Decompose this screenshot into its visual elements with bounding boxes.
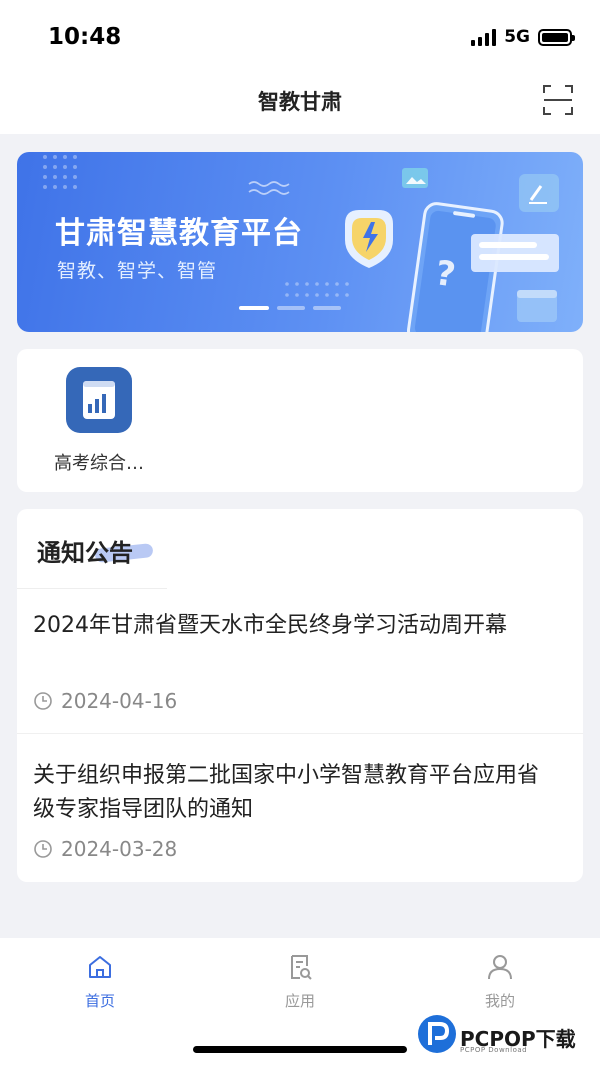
carousel-indicator <box>239 306 341 310</box>
tab-home[interactable]: 首页 <box>40 952 160 1011</box>
banner-carousel[interactable]: ? 甘肃智慧教育平台 智教、智学、智管 <box>17 152 583 332</box>
document-search-icon <box>291 955 312 980</box>
watermark-sub: PCPOP Download <box>460 1046 528 1054</box>
notice-item[interactable]: 2024年甘肃省暨天水市全民终身学习活动周开幕 2024-04-16 <box>17 609 583 734</box>
notice-text: 关于组织申报第二批国家中小学智慧教育平台应用省级专家指导团队的通知 <box>33 763 540 822</box>
notice-date: 2024-03-28 <box>33 837 177 861</box>
pcpop-logo-icon <box>418 1015 456 1053</box>
notice-text: 2024年甘肃省暨天水市全民终身学习活动周开幕 <box>33 613 507 638</box>
signal-icon <box>471 28 497 46</box>
scan-button[interactable] <box>542 84 574 116</box>
nav-bar: 智教甘肃 <box>0 72 600 134</box>
carousel-dot[interactable] <box>277 306 305 310</box>
network-label: 5G <box>504 27 530 47</box>
scan-icon <box>543 85 573 115</box>
tab-label: 首页 <box>84 992 115 1010</box>
app-label: 高考综合… <box>54 453 144 474</box>
page-title: 智教甘肃 <box>258 90 342 114</box>
tab-apps[interactable]: 应用 <box>240 952 360 1011</box>
banner-subtitle: 智教、智学、智管 <box>57 260 218 282</box>
user-icon <box>488 955 512 980</box>
tab-label: 应用 <box>284 992 315 1010</box>
status-bar: 10:48 5G <box>0 0 600 72</box>
apps-card: 高考综合… <box>17 349 583 492</box>
tab-label: 我的 <box>484 992 515 1010</box>
bar-chart-book-icon <box>66 367 132 433</box>
battery-icon <box>538 28 575 46</box>
app-gaokao[interactable]: 高考综合… <box>39 367 159 475</box>
tab-mine[interactable]: 我的 <box>440 952 560 1011</box>
status-time: 10:48 <box>48 24 122 50</box>
carousel-dot[interactable] <box>239 306 269 310</box>
clock-icon <box>34 692 52 710</box>
home-indicator <box>193 1046 407 1053</box>
notice-item[interactable]: 关于组织申报第二批国家中小学智慧教育平台应用省级专家指导团队的通知 2024-0… <box>17 759 583 879</box>
notice-date: 2024-04-16 <box>33 689 177 713</box>
watermark: PCPOP下载 PCPOP Download <box>416 1013 600 1063</box>
status-indicators: 5G <box>471 27 575 47</box>
carousel-dot[interactable] <box>313 306 341 310</box>
clock-icon <box>34 840 52 858</box>
home-icon <box>89 956 111 978</box>
notice-card: 通知公告 2024年甘肃省暨天水市全民终身学习活动周开幕 2024-04-16 … <box>17 509 583 882</box>
notice-date-text: 2024-03-28 <box>61 837 178 861</box>
notice-date-text: 2024-04-16 <box>61 689 178 713</box>
banner-title: 甘肃智慧教育平台 <box>55 216 303 251</box>
notice-title: 通知公告 <box>37 539 133 567</box>
notice-header: 通知公告 <box>17 509 167 589</box>
